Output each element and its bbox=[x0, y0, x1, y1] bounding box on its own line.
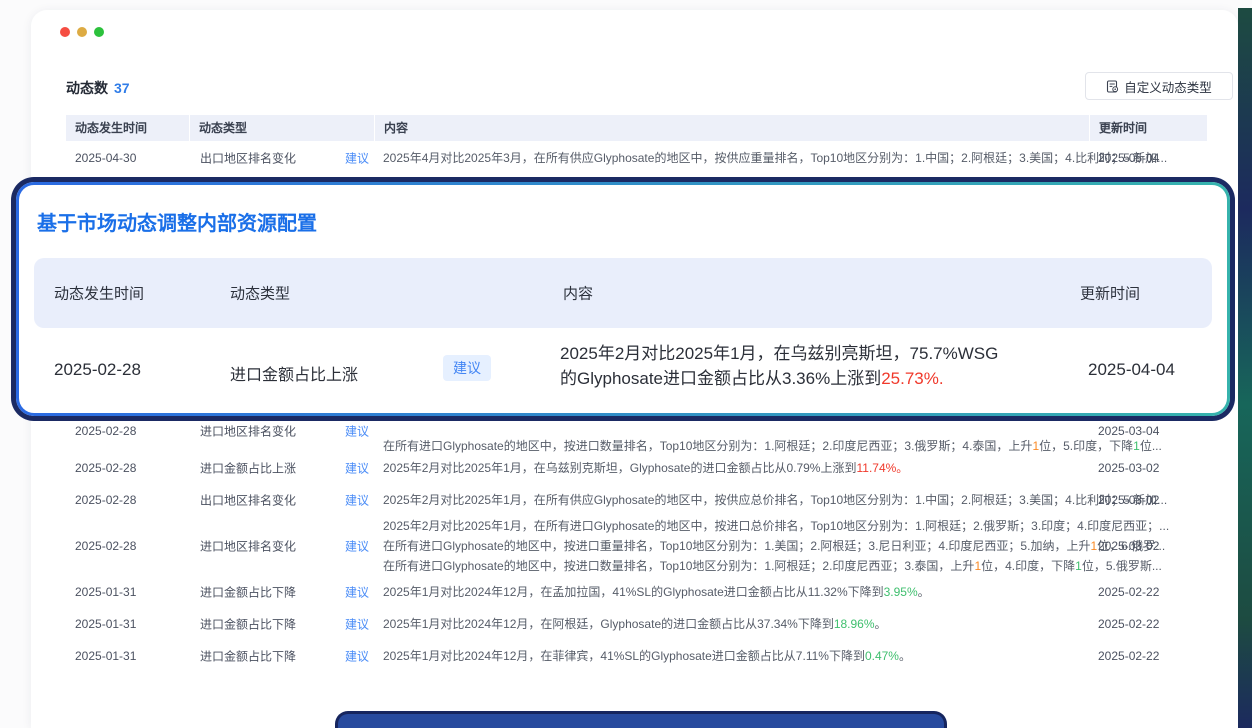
table-row[interactable]: 2025-01-31 进口金额占比下降 建议 2025年1月对比2024年12月… bbox=[66, 640, 1207, 672]
row-content: 2025年1月对比2024年12月，在孟加拉国，41%SL的Glyphosate… bbox=[383, 582, 1077, 602]
window-close-dot[interactable] bbox=[60, 27, 70, 37]
callout-col-type: 动态类型 bbox=[230, 283, 290, 304]
row-update: 2025-02-22 bbox=[1098, 585, 1159, 599]
table-row[interactable]: 2025-02-28 进口地区排名变化 建议 2025年2月对比2025年1月，… bbox=[66, 516, 1207, 576]
row-date: 2025-02-28 bbox=[75, 493, 136, 507]
row-content: 2025年4月对比2025年3月，在所有供应Glyphosate的地区中，按供应… bbox=[383, 148, 1077, 168]
table-row[interactable]: 2025-01-31 进口金额占比下降 建议 2025年1月对比2024年12月… bbox=[66, 608, 1207, 640]
suggestion-badge[interactable]: 建议 bbox=[345, 492, 369, 509]
row-type: 出口地区排名变化 bbox=[200, 492, 296, 509]
callout-table-header: 动态发生时间 动态类型 内容 更新时间 bbox=[34, 258, 1212, 328]
table-header: 动态发生时间 动态类型 内容 更新时间 bbox=[66, 115, 1207, 141]
table-row[interactable]: 2025-01-31 进口金额占比下降 建议 2025年1月对比2024年12月… bbox=[66, 576, 1207, 608]
callout-row-update: 2025-04-04 bbox=[1088, 360, 1175, 380]
suggestion-badge[interactable]: 建议 bbox=[345, 150, 369, 167]
row-content: 2025年1月对比2024年12月，在阿根廷，Glyphosate的进口金额占比… bbox=[383, 614, 1077, 634]
offscreen-callout-edge-bottom bbox=[338, 714, 944, 728]
suggestion-badge[interactable]: 建议 bbox=[345, 584, 369, 601]
callout-col-content: 内容 bbox=[563, 283, 593, 304]
callout-col-update-time: 更新时间 bbox=[1080, 283, 1140, 304]
row-update: 2025-02-22 bbox=[1098, 649, 1159, 663]
row-type: 进口金额占比上涨 bbox=[200, 460, 296, 477]
offscreen-callout-edge-right bbox=[1238, 8, 1252, 728]
row-type: 进口金额占比下降 bbox=[200, 584, 296, 601]
col-header-occur-time: 动态发生时间 bbox=[66, 115, 190, 141]
suggestion-badge[interactable]: 建议 bbox=[345, 423, 369, 440]
row-update: 2025-03-02 bbox=[1098, 493, 1159, 507]
row-date: 2025-01-31 bbox=[75, 617, 136, 631]
dynamics-count-value: 37 bbox=[114, 80, 130, 96]
row-update: 2025-05-04 bbox=[1098, 151, 1159, 165]
row-type: 进口地区排名变化 bbox=[200, 423, 296, 440]
row-date: 2025-02-28 bbox=[75, 424, 136, 438]
callout-title: 基于市场动态调整内部资源配置 bbox=[37, 207, 317, 236]
row-type: 出口地区排名变化 bbox=[200, 150, 296, 167]
suggestion-badge[interactable]: 建议 bbox=[345, 648, 369, 665]
row-type: 进口金额占比下降 bbox=[200, 616, 296, 633]
form-gear-icon bbox=[1106, 80, 1119, 93]
suggestion-badge[interactable]: 建议 bbox=[345, 616, 369, 633]
row-date: 2025-01-31 bbox=[75, 649, 136, 663]
callout-row-content: 2025年2月对比2025年1月，在乌兹别亮斯坦，75.7%WSG 的Glyph… bbox=[560, 341, 998, 391]
callout-col-occur-time: 动态发生时间 bbox=[54, 283, 144, 304]
row-content: 2025年2月对比2025年1月，在所有进口Glyphosate的地区中，按进口… bbox=[383, 516, 1077, 576]
row-update: 2025-03-02 bbox=[1098, 461, 1159, 475]
highlighted-percentage: 25.73%. bbox=[881, 369, 943, 388]
callout-suggestion-badge[interactable]: 建议 bbox=[443, 355, 491, 381]
table-row[interactable]: 2025-02-28 出口地区排名变化 建议 2025年2月对比2025年1月，… bbox=[66, 484, 1207, 516]
row-date: 2025-02-28 bbox=[75, 539, 136, 553]
dynamics-count-label: 动态数 bbox=[66, 80, 108, 96]
window-zoom-dot[interactable] bbox=[94, 27, 104, 37]
custom-dynamic-type-label: 自定义动态类型 bbox=[1124, 77, 1212, 96]
callout-row-date: 2025-02-28 bbox=[54, 360, 141, 380]
row-content: 2025年2月对比2025年1月，在所有供应Glyphosate的地区中，按供应… bbox=[383, 490, 1077, 510]
row-date: 2025-04-30 bbox=[75, 151, 136, 165]
table-row[interactable]: 2025-02-28 进口金额占比上涨 建议 2025年2月对比2025年1月，… bbox=[66, 452, 1207, 484]
window-minimize-dot[interactable] bbox=[77, 27, 87, 37]
highlight-callout: 基于市场动态调整内部资源配置 动态发生时间 动态类型 内容 更新时间 2025-… bbox=[16, 182, 1230, 416]
row-content: 2025年2月对比2025年1月，在乌兹别克斯坦，Glyphosate的进口金额… bbox=[383, 458, 1077, 478]
custom-dynamic-type-button[interactable]: 自定义动态类型 bbox=[1085, 72, 1233, 100]
row-content: 2025年1月对比2024年12月，在菲律宾，41%SL的Glyphosate进… bbox=[383, 646, 1077, 666]
callout-row-type: 进口金额占比上涨 bbox=[230, 361, 358, 385]
row-type: 进口地区排名变化 bbox=[200, 538, 296, 555]
row-date: 2025-02-28 bbox=[75, 461, 136, 475]
col-header-content: 内容 bbox=[375, 115, 1090, 141]
row-update: 2025-02-22 bbox=[1098, 617, 1159, 631]
suggestion-badge[interactable]: 建议 bbox=[345, 538, 369, 555]
row-type: 进口金额占比下降 bbox=[200, 648, 296, 665]
row-update: 2025-03-02 bbox=[1098, 539, 1159, 553]
row-update: 2025-03-04 bbox=[1098, 424, 1159, 438]
row-date: 2025-01-31 bbox=[75, 585, 136, 599]
table-row[interactable]: 2025-04-30 出口地区排名变化 建议 2025年4月对比2025年3月，… bbox=[66, 141, 1207, 175]
col-header-update-time: 更新时间 bbox=[1090, 115, 1207, 141]
dynamics-count: 动态数 37 bbox=[66, 78, 130, 98]
suggestion-badge[interactable]: 建议 bbox=[345, 460, 369, 477]
col-header-type: 动态类型 bbox=[190, 115, 375, 141]
